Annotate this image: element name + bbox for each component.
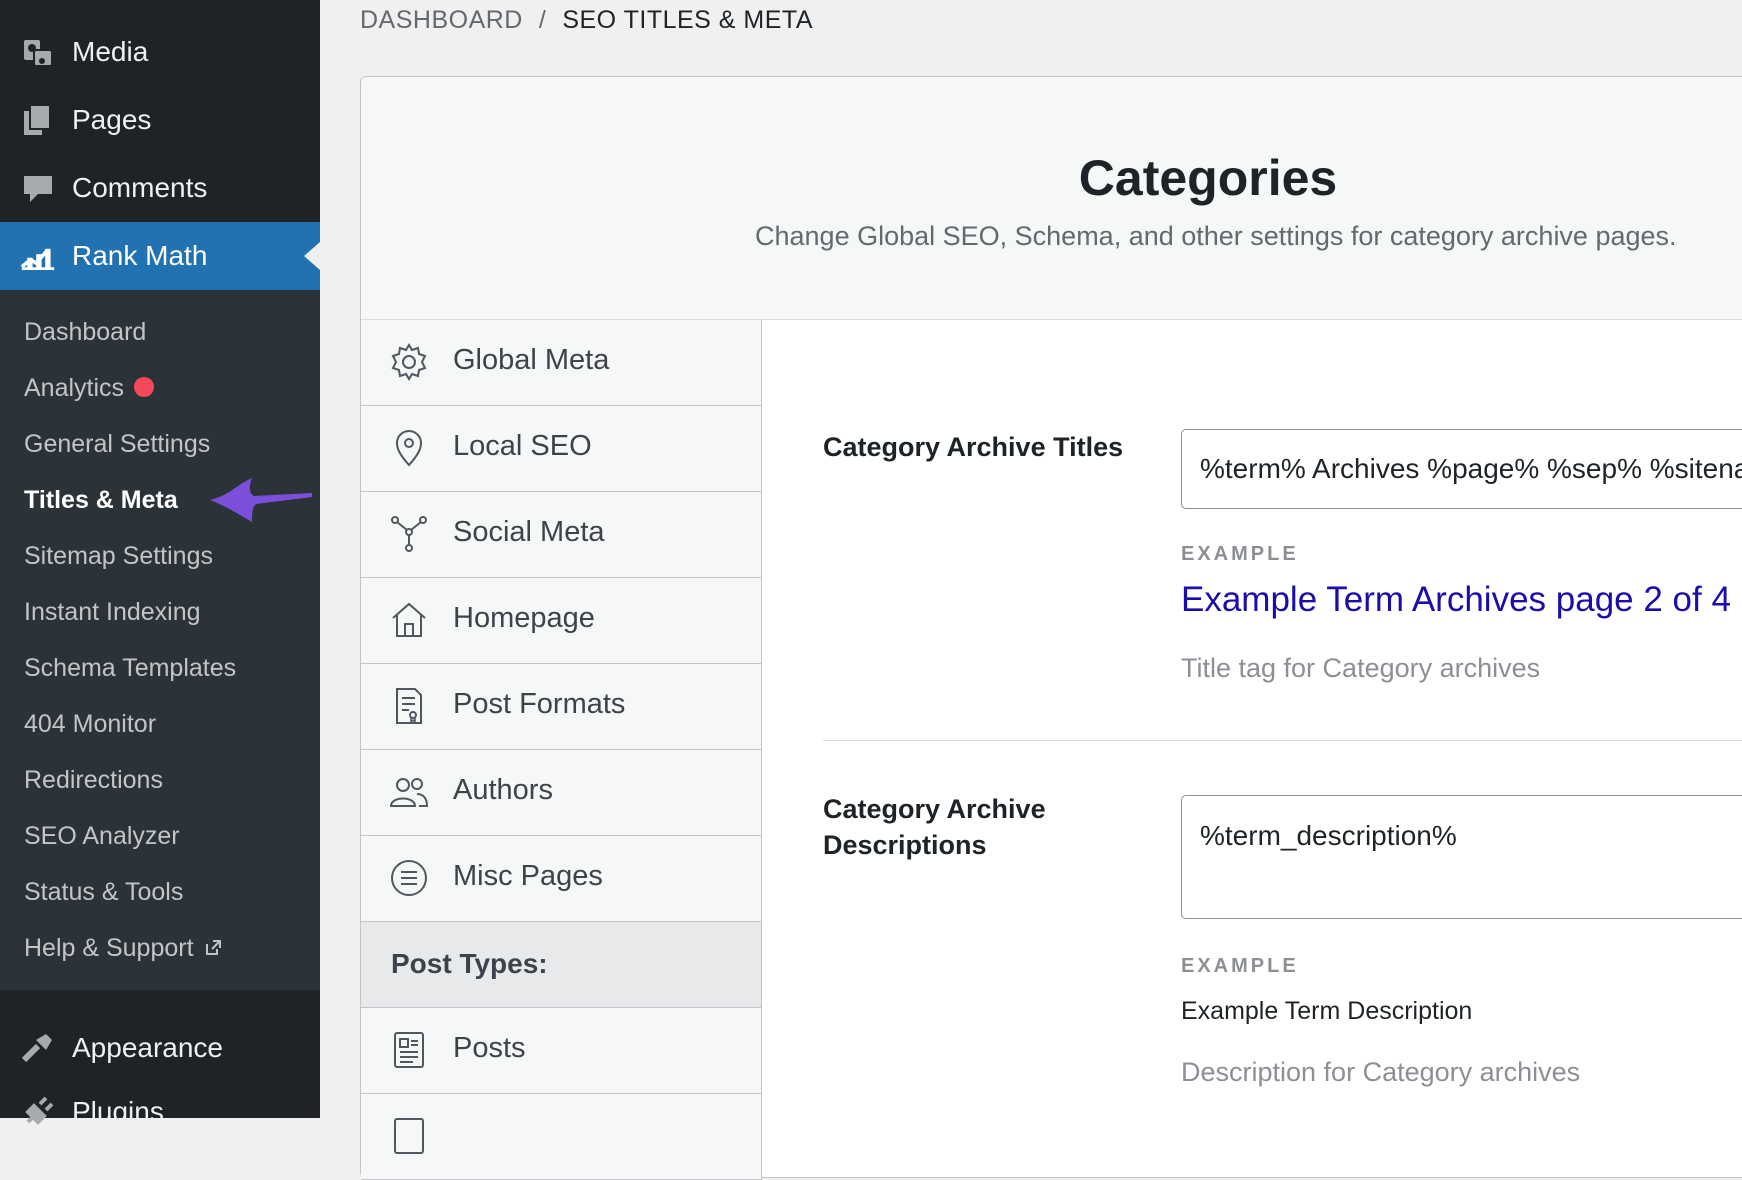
page-title: Categories: [1078, 150, 1338, 206]
descriptions-help-text: Description for Category archives: [1181, 1057, 1581, 1087]
submenu-titles-meta[interactable]: Titles & Meta: [24, 484, 178, 516]
submenu-redirections[interactable]: Redirections: [24, 764, 163, 796]
tab-label: Posts: [453, 1032, 526, 1064]
breadcrumb-current: SEO TITLES & META: [562, 6, 814, 34]
menu-item-appearance[interactable]: Appearance: [0, 1014, 320, 1082]
tab-label: Post Formats: [453, 688, 626, 720]
tab-post-formats[interactable]: Post Formats: [361, 664, 761, 750]
users-icon: [389, 772, 429, 812]
example-title-preview: Example Term Archives page 2 of 4: [1181, 580, 1731, 619]
section-heading: Post Types:: [391, 948, 548, 979]
notification-dot: [134, 377, 155, 398]
tab-section-post-types: Post Types:: [361, 922, 761, 1008]
menu-label: Comments: [72, 172, 208, 203]
menu-item-comments[interactable]: Comments: [0, 154, 320, 222]
submenu-general-settings[interactable]: General Settings: [24, 428, 210, 460]
external-link-icon: [204, 933, 222, 965]
label-line: Descriptions: [823, 830, 987, 860]
home-icon: [389, 600, 429, 640]
category-archive-titles-label: Category Archive Titles: [823, 432, 1124, 462]
tab-posts[interactable]: Posts: [361, 1008, 761, 1094]
menu-label: Plugins: [72, 1096, 164, 1127]
tab-label: Authors: [453, 774, 553, 806]
tab-label: Local SEO: [453, 430, 592, 462]
breadcrumb-dashboard-link[interactable]: DASHBOARD: [360, 6, 523, 34]
breadcrumb: DASHBOARD / SEO TITLES & META: [360, 6, 813, 35]
panel-header: Categories Change Global SEO, Schema, an…: [361, 77, 1742, 320]
tab-label: Homepage: [453, 602, 595, 634]
menu-item-media[interactable]: Media: [0, 18, 320, 86]
settings-panel: Categories Change Global SEO, Schema, an…: [360, 76, 1742, 1180]
submenu-analytics[interactable]: Analytics: [24, 372, 155, 404]
category-archive-descriptions-textarea[interactable]: %term_description%: [1181, 795, 1742, 919]
submenu-sitemap-settings[interactable]: Sitemap Settings: [24, 540, 213, 572]
titles-help-text: Title tag for Category archives: [1181, 653, 1541, 683]
submenu-dashboard[interactable]: Dashboard: [24, 316, 146, 348]
appearance-icon: [20, 1030, 56, 1066]
tab-label: Global Meta: [453, 344, 610, 376]
rank-math-submenu: Dashboard Analytics General Settings Tit…: [0, 290, 320, 990]
tab-next[interactable]: [361, 1094, 761, 1180]
document-icon: [389, 686, 429, 726]
submenu-404-monitor[interactable]: 404 Monitor: [24, 708, 156, 740]
breadcrumb-separator: /: [538, 6, 547, 34]
map-pin-icon: [389, 428, 429, 468]
category-archive-titles-input[interactable]: %term% Archives %page% %sep% %sitename%: [1181, 429, 1742, 509]
menu-label: Appearance: [72, 1032, 224, 1063]
tab-local-seo[interactable]: Local SEO: [361, 406, 761, 492]
tab-label: Social Meta: [453, 516, 605, 548]
list-circle-icon: [389, 858, 429, 898]
post-icon: [389, 1030, 429, 1070]
menu-item-plugins[interactable]: Plugins: [0, 1078, 320, 1146]
submenu-status-tools[interactable]: Status & Tools: [24, 876, 183, 908]
submenu-schema-templates[interactable]: Schema Templates: [24, 652, 236, 684]
example-label: EXAMPLE: [1181, 955, 1299, 977]
menu-label: Media: [72, 36, 149, 67]
annotation-arrow-icon: [208, 476, 314, 529]
menu-item-rank-math[interactable]: Rank Math: [0, 222, 320, 290]
rank-math-icon: [20, 238, 56, 274]
media-icon: [20, 34, 56, 70]
admin-sidebar: Media Pages Comments Rank Math Dashboard…: [0, 0, 320, 1127]
comments-icon: [20, 170, 56, 206]
submenu-label: Help & Support: [24, 934, 194, 962]
settings-tabs: Global Meta Local SEO Social Meta Homepa…: [361, 320, 762, 1180]
submenu-instant-indexing[interactable]: Instant Indexing: [24, 596, 201, 628]
gear-icon: [389, 342, 429, 382]
share-nodes-icon: [389, 514, 429, 554]
label-line: Category Archive: [823, 794, 1046, 824]
example-label: EXAMPLE: [1181, 543, 1299, 565]
page-description: Change Global SEO, Schema, and other set…: [755, 221, 1677, 251]
tab-misc-pages[interactable]: Misc Pages: [361, 836, 761, 922]
submenu-help-support[interactable]: Help & Support: [24, 932, 222, 965]
field-divider: [823, 740, 1742, 741]
menu-label: Pages: [72, 104, 152, 135]
tab-authors[interactable]: Authors: [361, 750, 761, 836]
submenu-seo-analyzer[interactable]: SEO Analyzer: [24, 820, 180, 852]
tab-global-meta[interactable]: Global Meta: [361, 320, 761, 406]
pages-icon: [20, 102, 56, 138]
page-icon: [389, 1116, 429, 1156]
active-indicator: [304, 242, 320, 270]
example-description-preview: Example Term Description: [1181, 997, 1473, 1025]
plugins-icon: [20, 1094, 56, 1130]
menu-label: Rank Math: [72, 240, 208, 271]
category-archive-descriptions-label: Category Archive Descriptions: [823, 791, 1046, 863]
tab-social-meta[interactable]: Social Meta: [361, 492, 761, 578]
menu-item-pages[interactable]: Pages: [0, 86, 320, 154]
tab-label: Misc Pages: [453, 860, 603, 892]
submenu-label: Analytics: [24, 374, 125, 402]
tab-homepage[interactable]: Homepage: [361, 578, 761, 664]
